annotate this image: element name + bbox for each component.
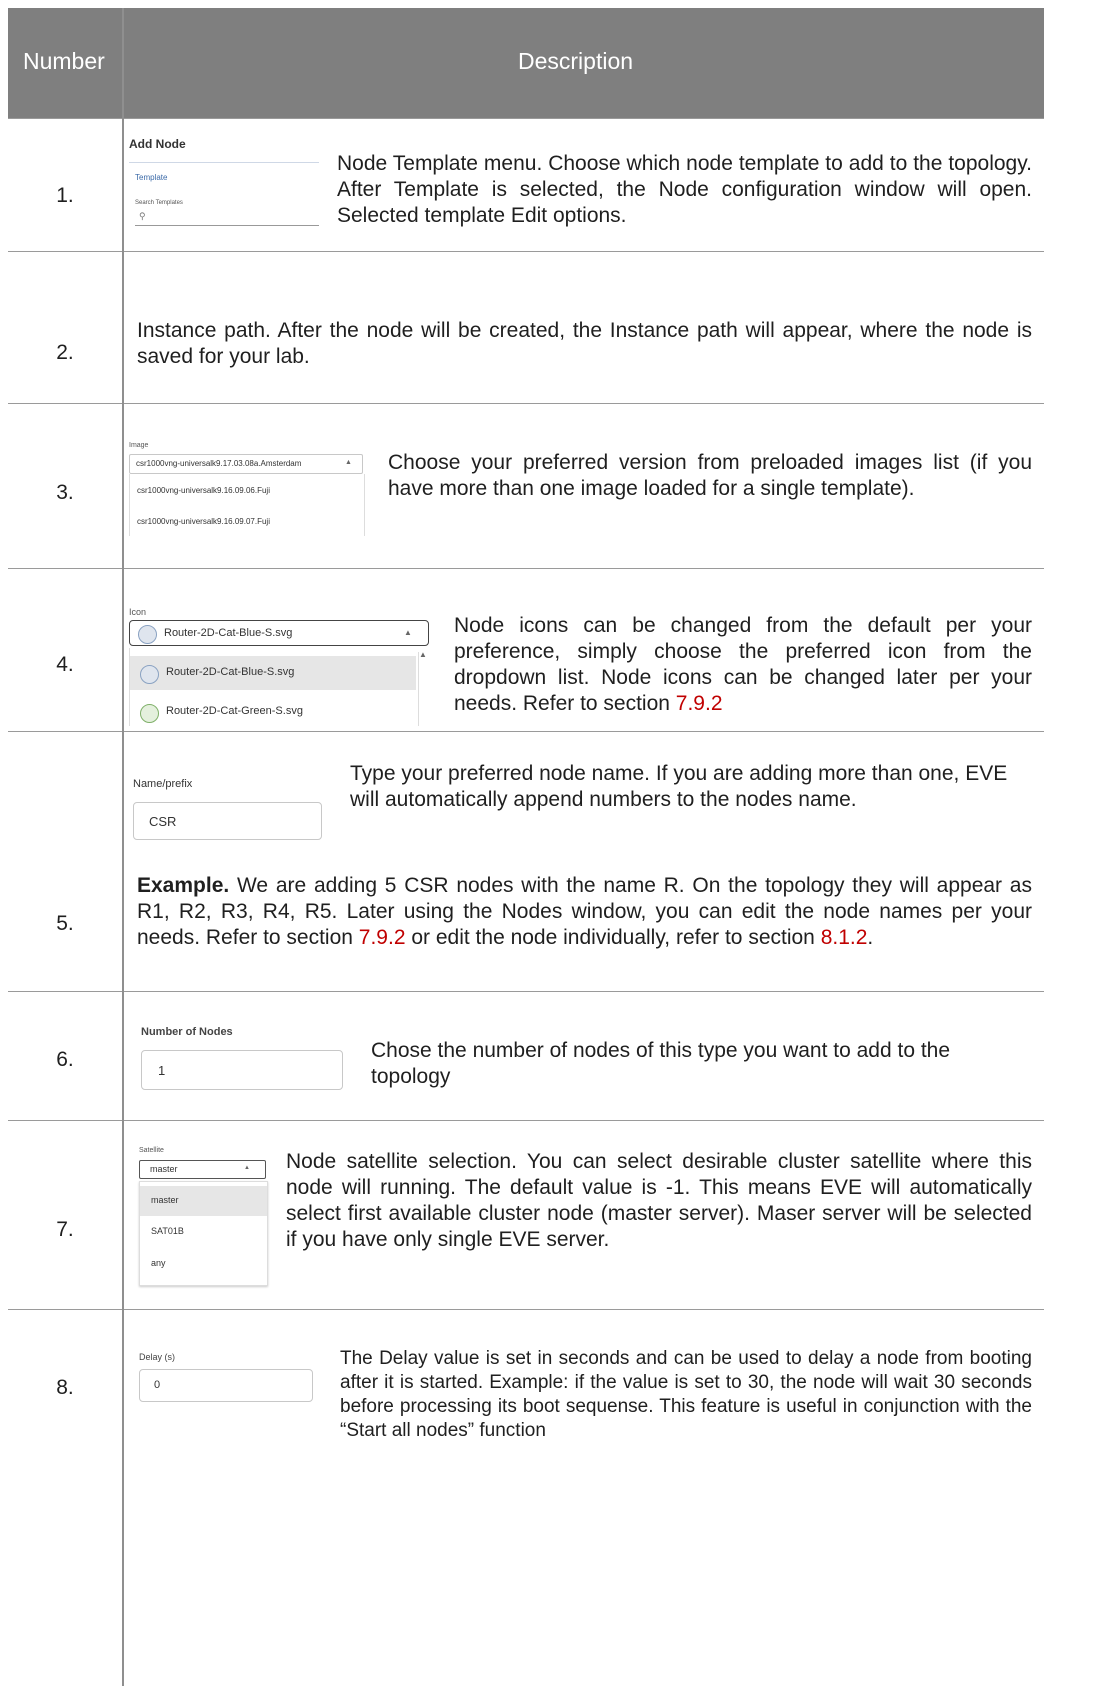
number-of-nodes-label: Number of Nodes — [141, 1026, 233, 1038]
icon-dropdown-list: Router-2D-Cat-Blue-S.svg Router-2D-Cat-G… — [129, 648, 430, 726]
router-green-icon — [140, 704, 159, 723]
icon-select[interactable]: Router-2D-Cat-Blue-S.svg ▲ — [129, 620, 429, 646]
row-number: 1. — [56, 184, 74, 207]
scroll-up-icon: ▲ — [419, 650, 427, 659]
image-option[interactable]: csr1000vng-universalk9.16.09.07.Fuji — [137, 517, 270, 526]
add-node-title: Add Node — [129, 137, 186, 151]
row-description: Node Template menu. Choose which node te… — [337, 152, 1032, 227]
row-number: 7. — [56, 1218, 74, 1241]
icon-label: Icon — [129, 607, 147, 617]
image-label: Image — [129, 442, 149, 449]
row-number: 3. — [56, 481, 74, 504]
table-header: Number Description — [8, 8, 1044, 119]
row-number: 6. — [56, 1048, 74, 1071]
icon-option[interactable]: Router-2D-Cat-Green-S.svg — [166, 705, 303, 717]
row-number: 4. — [56, 653, 74, 676]
satellite-select[interactable]: master ▲ — [139, 1160, 266, 1179]
search-input[interactable]: ⚲ — [135, 211, 319, 226]
name-prefix-value: CSR — [149, 814, 177, 829]
icon-option[interactable]: Router-2D-Cat-Blue-S.svg — [166, 666, 294, 678]
number-of-nodes-input[interactable]: 1 — [141, 1050, 343, 1090]
header-description: Description — [518, 48, 634, 74]
row-number: 8. — [56, 1376, 74, 1399]
text-wrap-spacer — [137, 1347, 340, 1421]
scrollbar[interactable]: ▲ — [418, 650, 427, 726]
row-description: Node icons can be changed from the defau… — [454, 614, 1032, 715]
router-blue-icon — [140, 665, 159, 684]
row-description: Instance path. After the node will be cr… — [137, 319, 1032, 368]
table-row: 4. Icon Router-2D-Cat-Blue-S.svg ▲ Route… — [8, 569, 1044, 732]
satellite-option[interactable]: SAT01B — [151, 1226, 184, 1236]
section-link[interactable]: 7.9.2 — [676, 692, 723, 715]
table-row: 5. Name/prefix CSR Type your preferred n… — [8, 732, 1044, 992]
table-row: 8. Delay (s) 0 The Delay value is set in… — [8, 1310, 1044, 1686]
name-prefix-input[interactable]: CSR — [133, 802, 322, 840]
satellite-option[interactable]: master — [151, 1195, 179, 1205]
chevron-up-icon: ▲ — [345, 459, 352, 466]
name-prefix-label: Name/prefix — [133, 778, 193, 790]
image-selected-value: csr1000vng-universalk9.17.03.08a.Amsterd… — [136, 459, 302, 468]
router-blue-icon — [138, 625, 157, 644]
row-description: Node satellite selection. You can select… — [286, 1150, 1032, 1251]
header-number: Number — [23, 48, 105, 74]
row-example: Example. We are adding 5 CSR nodes with … — [137, 874, 1032, 949]
row-description: Choose your preferred version from prelo… — [388, 451, 1032, 500]
icon-selected-value: Router-2D-Cat-Blue-S.svg — [164, 627, 293, 639]
number-of-nodes-value: 1 — [158, 1063, 166, 1078]
table-row: 1. Add Node Template Search Templates ⚲ … — [8, 119, 1044, 252]
table-row: 3. Image csr1000vng-universalk9.17.03.08… — [8, 404, 1044, 569]
row-description: The Delay value is set in seconds and ca… — [137, 1347, 1032, 1443]
search-templates-label: Search Templates — [135, 200, 183, 206]
image-option[interactable]: csr1000vng-universalk9.16.09.06.Fuji — [137, 486, 270, 495]
column-divider — [122, 8, 124, 1686]
row-description: Type your preferred node name. If you ar… — [350, 762, 1008, 811]
chevron-up-icon: ▲ — [404, 628, 412, 637]
search-icon: ⚲ — [139, 211, 146, 221]
image-select[interactable]: csr1000vng-universalk9.17.03.08a.Amsterd… — [129, 454, 363, 474]
section-link[interactable]: 7.9.2 — [359, 926, 406, 949]
chevron-up-icon: ▲ — [244, 1165, 250, 1171]
table-row: 2. Instance path. After the node will be… — [8, 252, 1044, 404]
satellite-dropdown-list: master SAT01B any — [139, 1181, 268, 1286]
satellite-selected-value: master — [150, 1164, 178, 1174]
section-link[interactable]: 8.1.2 — [821, 926, 868, 949]
image-dropdown-list: csr1000vng-universalk9.16.09.06.Fuji csr… — [129, 474, 365, 536]
row-number: 5. — [56, 912, 74, 935]
row-description: Chose the number of nodes of this type y… — [371, 1039, 951, 1088]
table-row: 6. Number of Nodes 1 Chose the number of… — [8, 992, 1044, 1121]
satellite-option[interactable]: any — [151, 1258, 166, 1268]
tab-template[interactable]: Template — [135, 173, 167, 182]
table-row: 7. Satellite master ▲ master SAT01B any … — [8, 1121, 1044, 1310]
row-number: 2. — [56, 341, 74, 364]
satellite-label: Satellite — [139, 1147, 164, 1154]
divider — [129, 162, 319, 163]
